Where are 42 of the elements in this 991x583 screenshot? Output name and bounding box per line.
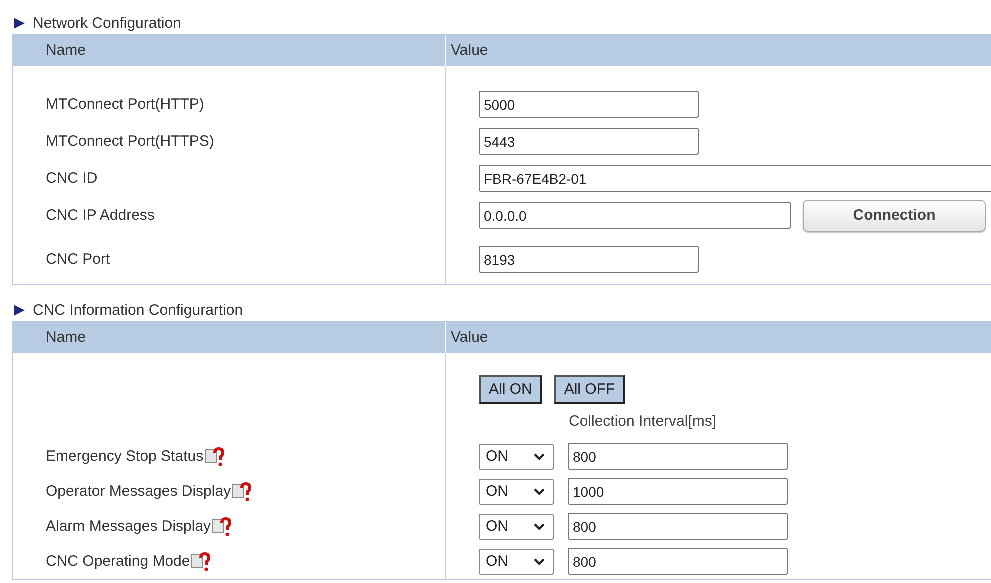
setting-label: CNC IP Address (46, 207, 155, 224)
input-field[interactable]: 0.0.0.0 (479, 202, 791, 229)
input-field[interactable]: FBR-67E4B2-01 (479, 165, 991, 192)
setting-label: CNC Operating Mode (46, 553, 190, 570)
setting-label: MTConnect Port(HTTPS) (46, 133, 214, 150)
chevron-icon (534, 488, 545, 496)
interval-field[interactable]: 800 (568, 443, 788, 470)
setting-label: Emergency Stop Status (46, 448, 204, 465)
state-select[interactable]: ON (479, 514, 554, 540)
setting-label: MTConnect Port(HTTP) (46, 96, 204, 113)
toggle-all-button[interactable]: All ON (479, 375, 542, 404)
help-icon[interactable] (212, 516, 232, 536)
input-field[interactable]: 8193 (479, 246, 699, 273)
connection-button[interactable]: Connection (803, 200, 986, 232)
interval-field[interactable]: 1000 (568, 478, 788, 505)
column-header: Name (46, 329, 86, 346)
section-title: Network Configuration (33, 14, 182, 32)
state-select[interactable]: ON (479, 478, 554, 504)
toggle-all-button[interactable]: All OFF (554, 375, 626, 404)
setting-label: CNC Port (46, 251, 110, 268)
interval-field[interactable]: 800 (568, 548, 788, 575)
chevron-icon (534, 558, 545, 566)
interval-heading: Collection Interval[ms] (569, 413, 717, 430)
setting-label: Alarm Messages Display (46, 518, 212, 535)
chevron-icon (534, 452, 545, 460)
input-field[interactable]: 5000 (479, 91, 699, 118)
state-select[interactable]: ON (479, 444, 554, 470)
help-icon[interactable] (204, 446, 225, 466)
setting-label: CNC ID (46, 170, 98, 187)
triangle-icon (14, 18, 25, 28)
state-select[interactable]: ON (479, 548, 554, 574)
column-header: Value (451, 329, 488, 346)
setting-label: Operator Messages Display (46, 483, 232, 500)
column-header: Name (46, 42, 86, 59)
section-title: CNC Information Configurartion (33, 302, 244, 318)
triangle-icon (14, 304, 25, 316)
interval-field[interactable]: 800 (568, 513, 788, 540)
help-icon[interactable] (191, 552, 212, 572)
help-icon[interactable] (232, 482, 252, 502)
chevron-icon (534, 522, 545, 530)
column-header: Value (451, 42, 488, 59)
input-field[interactable]: 5443 (479, 128, 699, 155)
